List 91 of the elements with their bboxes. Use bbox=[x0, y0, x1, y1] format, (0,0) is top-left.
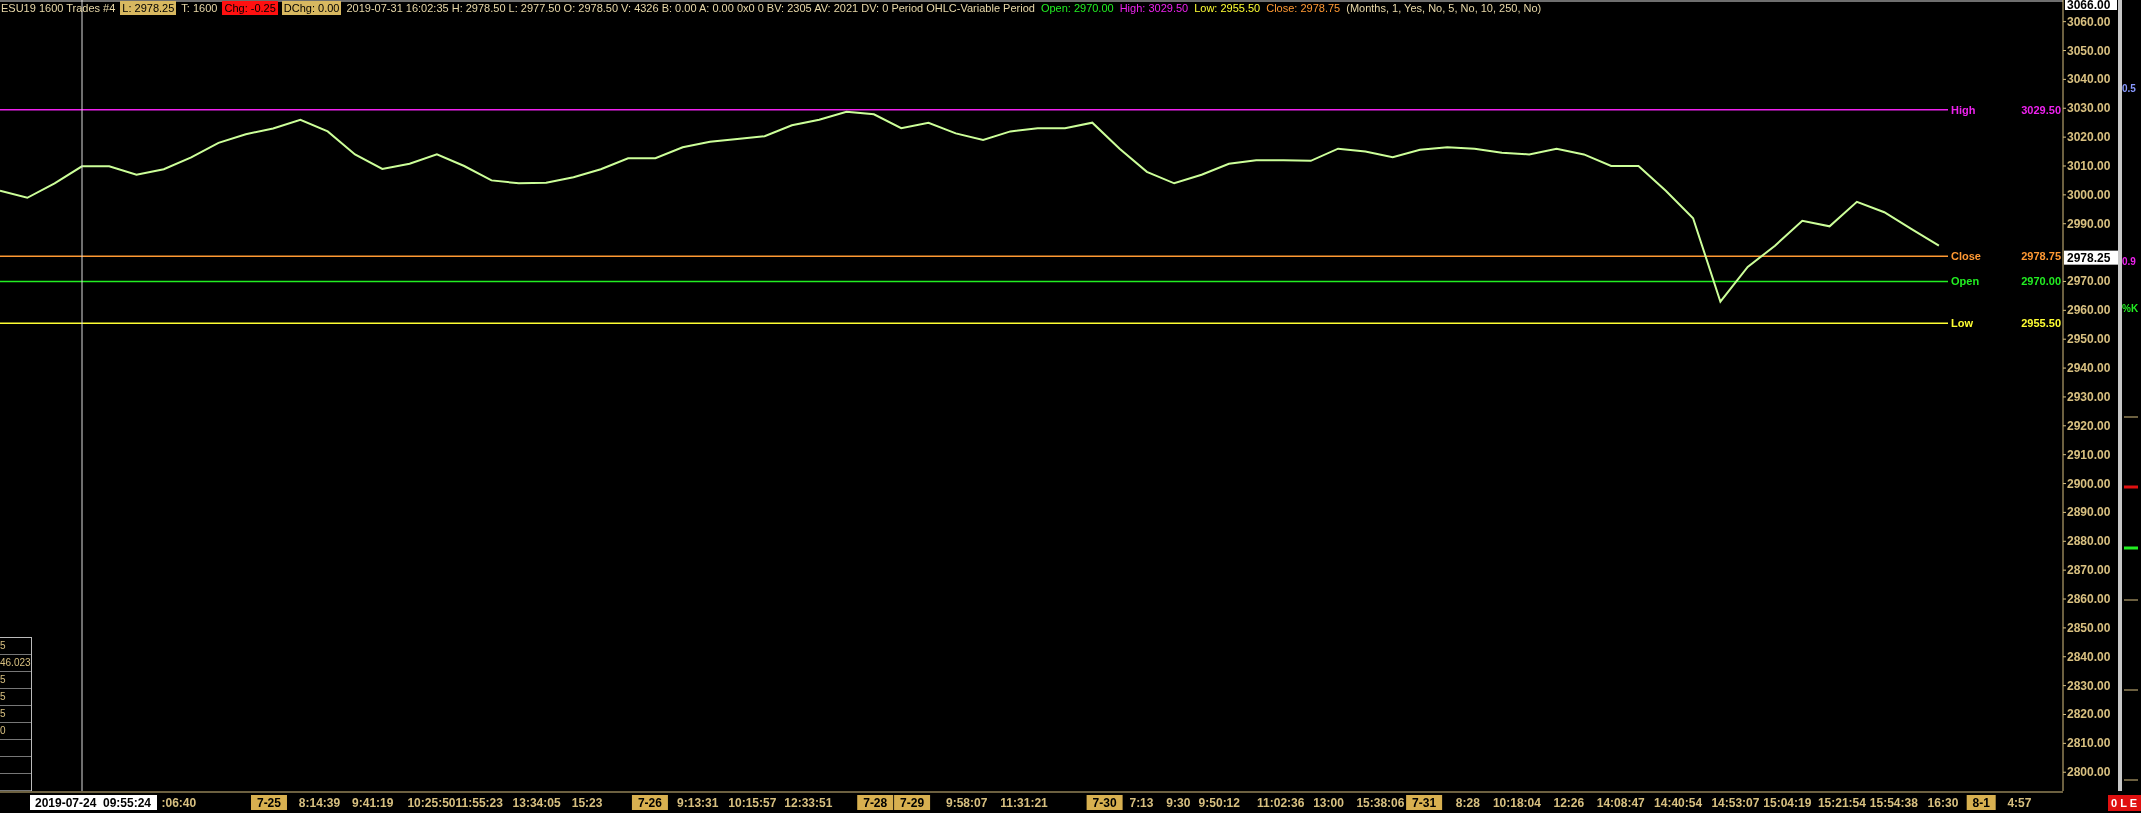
price-tick-label: 2890.00 bbox=[2067, 505, 2111, 520]
header-field: Close: 2978.75 bbox=[1265, 0, 1342, 15]
level-value: 3029.50 bbox=[2021, 103, 2061, 116]
time-label: 15:23 bbox=[571, 796, 603, 810]
time-label: 15:54:38 bbox=[1869, 796, 1918, 810]
price-tick-label: 2840.00 bbox=[2067, 649, 2111, 664]
time-label: :06:40 bbox=[161, 796, 197, 810]
price-tick-label: 2940.00 bbox=[2067, 361, 2111, 376]
top-price-label: 3066.00 bbox=[2065, 0, 2117, 12]
price-tick-label: 2880.00 bbox=[2067, 534, 2111, 549]
header-field: Low: 2955.50 bbox=[1193, 0, 1262, 15]
table-cell-text: 5 bbox=[0, 690, 6, 704]
price-tick-label: 2810.00 bbox=[2067, 736, 2111, 751]
symbol-label: ESU19 1600 Trades #4 bbox=[0, 0, 117, 15]
time-label: 8:28 bbox=[1455, 796, 1480, 810]
price-tick-label: 2850.00 bbox=[2067, 620, 2111, 635]
time-label: 14:40:54 bbox=[1654, 796, 1703, 810]
time-label: 4:57 bbox=[2007, 796, 2032, 810]
price-tick-label: 3010.00 bbox=[2067, 159, 2111, 173]
table-cell-text: 5 bbox=[0, 707, 6, 721]
time-label: 14:08:47 bbox=[1596, 796, 1645, 810]
price-tick-label: 2820.00 bbox=[2067, 707, 2111, 722]
level-label: Low bbox=[1951, 317, 1973, 330]
time-label: 13:00 bbox=[1313, 796, 1344, 810]
table-cell-text: 46.023 bbox=[0, 656, 31, 670]
date-label: 7-30 bbox=[1086, 795, 1123, 810]
time-label: 9:58:07 bbox=[946, 796, 988, 810]
indicator-label: %K bbox=[2122, 303, 2139, 314]
time-label: 9:13:31 bbox=[677, 796, 719, 810]
header-field: (Months, 1, Yes, No, 5, No, 10, 250, No) bbox=[1345, 0, 1543, 15]
date-label: 8-1 bbox=[1966, 795, 1996, 810]
price-tick-label: 3040.00 bbox=[2067, 72, 2111, 87]
price-tick-label: 2930.00 bbox=[2067, 389, 2111, 404]
price-tick-label: 2860.00 bbox=[2067, 592, 2111, 606]
price-tick-label: 3060.00 bbox=[2067, 14, 2111, 29]
level-value: 2970.00 bbox=[2021, 275, 2061, 288]
header-field: T: 1600 bbox=[180, 0, 219, 15]
level-label: Open bbox=[1951, 275, 1980, 288]
time-label: 15:38:06 bbox=[1356, 796, 1405, 810]
price-tick-label: 2960.00 bbox=[2067, 303, 2111, 318]
price-tick-label: 2950.00 bbox=[2067, 332, 2111, 347]
table-cell-text: 0 bbox=[0, 724, 6, 738]
price-tick-label: 3030.00 bbox=[2067, 101, 2111, 116]
price-tick-label: 3020.00 bbox=[2067, 130, 2111, 145]
price-tick-label: 2990.00 bbox=[2067, 216, 2111, 231]
status-indicator: 0 L E bbox=[2108, 795, 2141, 811]
time-label: 9:41:19 bbox=[352, 796, 394, 810]
time-label: 10:18:04 bbox=[1492, 796, 1541, 810]
table-cell-text: 5 bbox=[0, 639, 6, 653]
price-tick-label: 2870.00 bbox=[2067, 563, 2111, 578]
time-label: 10:25:50 bbox=[407, 796, 456, 810]
time-label: 13:34:05 bbox=[512, 796, 561, 810]
time-label: 8:14:39 bbox=[298, 796, 341, 810]
level-value: 2955.50 bbox=[2021, 317, 2061, 330]
price-tick-label: 2970.00 bbox=[2067, 274, 2111, 289]
time-label: 9:50:12 bbox=[1198, 796, 1240, 810]
indicator-label: 0.9 bbox=[2122, 256, 2136, 267]
header-field: High: 3029.50 bbox=[1118, 0, 1190, 15]
header-field: Open: 2970.00 bbox=[1039, 0, 1115, 15]
time-label: 15:04:19 bbox=[1763, 796, 1812, 810]
date-label: 7-31 bbox=[1406, 795, 1443, 810]
price-tick-label: 3000.00 bbox=[2067, 187, 2111, 202]
header-field: 2019-07-31 16:02:35 H: 2978.50 L: 2977.50 O: 2978.50 V: 4326 B: 0.00 A: 0.00 0x0 0 BV: 2305 AV: 2021 DV: 0 Period OHLC-Variable Period bbox=[345, 0, 1036, 15]
time-label: 11:31:21 bbox=[1000, 796, 1048, 810]
time-label: 14:53:07 bbox=[1711, 796, 1760, 810]
price-tick-label: 2900.00 bbox=[2067, 476, 2111, 491]
date-label: 7-25 bbox=[251, 795, 287, 810]
price-tick-label: 2800.00 bbox=[2067, 765, 2111, 780]
last-price-label: 2978.25 bbox=[2064, 250, 2118, 265]
level-label: Close bbox=[1951, 250, 1981, 263]
price-tick-label: 3050.00 bbox=[2067, 43, 2111, 58]
table-cell-text: 5 bbox=[0, 673, 6, 687]
level-label: High bbox=[1951, 103, 1976, 116]
time-label: 16:30 bbox=[1927, 796, 1959, 810]
time-label: 12:26 bbox=[1553, 796, 1585, 810]
price-tick-label: 2830.00 bbox=[2067, 678, 2111, 693]
price-tick-label: 2920.00 bbox=[2067, 418, 2111, 433]
time-label: 12:33:51 bbox=[784, 796, 833, 810]
date-label: 7-29 bbox=[894, 795, 931, 810]
indicator-label: 0.5 bbox=[2122, 83, 2136, 94]
time-label: 11:55:23 bbox=[455, 796, 503, 810]
price-tick-label: 2910.00 bbox=[2067, 447, 2111, 462]
level-value: 2978.75 bbox=[2021, 250, 2061, 263]
time-label: 10:15:57 bbox=[728, 796, 777, 810]
time-label: 7:13 bbox=[1129, 796, 1154, 810]
date-label: 7-26 bbox=[631, 795, 668, 810]
time-label: 9:30 bbox=[1166, 796, 1191, 810]
cursor-time-label: 2019-07-24 09:55:24 bbox=[30, 795, 157, 810]
time-label: 11:02:36 bbox=[1257, 796, 1305, 810]
time-label: 15:21:54 bbox=[1817, 796, 1866, 810]
date-label: 7-28 bbox=[857, 795, 894, 810]
